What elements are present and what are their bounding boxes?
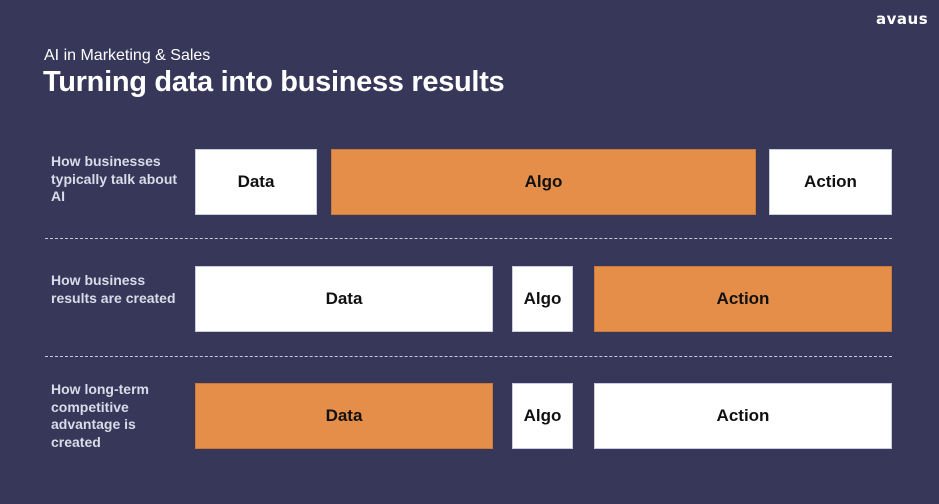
avaus-logo: avaus	[876, 10, 929, 28]
data-box: Data	[195, 383, 493, 449]
row-label: How long-term competitive advantage is c…	[51, 381, 149, 450]
action-box: Action	[594, 266, 892, 332]
data-box: Data	[195, 266, 493, 332]
algo-box: Algo	[512, 383, 573, 449]
algo-box: Algo	[512, 266, 573, 332]
action-box: Action	[769, 149, 892, 215]
row-label: How business results are created	[51, 272, 176, 306]
data-box: Data	[195, 149, 317, 215]
slide-title: Turning data into business results	[43, 66, 505, 98]
dashed-divider	[45, 356, 892, 357]
algo-box: Algo	[331, 149, 756, 215]
dashed-divider	[45, 238, 892, 239]
action-box: Action	[594, 383, 892, 449]
row-label: How businesses typically talk about AI	[51, 153, 178, 204]
slide-subtitle: AI in Marketing & Sales	[44, 47, 211, 64]
